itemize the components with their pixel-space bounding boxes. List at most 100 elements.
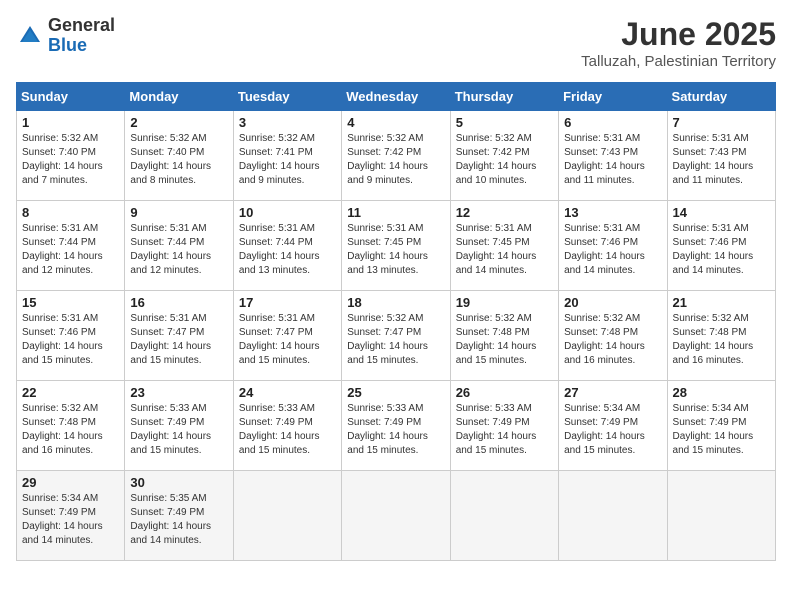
calendar-cell: 9 Sunrise: 5:31 AM Sunset: 7:44 PM Daylig… bbox=[125, 201, 233, 291]
day-number: 29 bbox=[22, 475, 119, 490]
day-header: Monday bbox=[125, 83, 233, 111]
calendar-cell: 24 Sunrise: 5:33 AM Sunset: 7:49 PM Dayli… bbox=[233, 381, 341, 471]
day-info: Sunrise: 5:31 AM Sunset: 7:44 PM Dayligh… bbox=[22, 222, 119, 278]
logo-icon bbox=[16, 22, 44, 50]
calendar-cell bbox=[559, 471, 667, 561]
day-number: 7 bbox=[673, 115, 770, 130]
day-number: 4 bbox=[347, 115, 444, 130]
header-row: SundayMondayTuesdayWednesdayThursdayFrid… bbox=[17, 83, 776, 111]
day-number: 13 bbox=[564, 205, 661, 220]
day-number: 26 bbox=[456, 385, 553, 400]
header: General Blue June 2025 Talluzah, Palesti… bbox=[16, 16, 776, 70]
calendar-week-row: 1 Sunrise: 5:32 AM Sunset: 7:40 PM Daylig… bbox=[17, 111, 776, 201]
month-year: June 2025 bbox=[581, 16, 776, 53]
day-info: Sunrise: 5:34 AM Sunset: 7:49 PM Dayligh… bbox=[564, 402, 661, 458]
day-info: Sunrise: 5:32 AM Sunset: 7:42 PM Dayligh… bbox=[347, 132, 444, 188]
calendar-cell: 8 Sunrise: 5:31 AM Sunset: 7:44 PM Daylig… bbox=[17, 201, 125, 291]
calendar-week-row: 15 Sunrise: 5:31 AM Sunset: 7:46 PM Dayli… bbox=[17, 291, 776, 381]
title-area: June 2025 Talluzah, Palestinian Territor… bbox=[581, 16, 776, 70]
day-info: Sunrise: 5:32 AM Sunset: 7:40 PM Dayligh… bbox=[130, 132, 227, 188]
day-header: Thursday bbox=[450, 83, 558, 111]
day-info: Sunrise: 5:31 AM Sunset: 7:44 PM Dayligh… bbox=[130, 222, 227, 278]
day-info: Sunrise: 5:32 AM Sunset: 7:48 PM Dayligh… bbox=[22, 402, 119, 458]
logo-blue: Blue bbox=[48, 35, 87, 55]
day-number: 20 bbox=[564, 295, 661, 310]
day-info: Sunrise: 5:31 AM Sunset: 7:47 PM Dayligh… bbox=[239, 312, 336, 368]
day-number: 6 bbox=[564, 115, 661, 130]
calendar-cell: 29 Sunrise: 5:34 AM Sunset: 7:49 PM Dayli… bbox=[17, 471, 125, 561]
calendar-cell bbox=[342, 471, 450, 561]
day-number: 19 bbox=[456, 295, 553, 310]
day-number: 30 bbox=[130, 475, 227, 490]
calendar-week-row: 22 Sunrise: 5:32 AM Sunset: 7:48 PM Dayli… bbox=[17, 381, 776, 471]
day-info: Sunrise: 5:32 AM Sunset: 7:42 PM Dayligh… bbox=[456, 132, 553, 188]
day-info: Sunrise: 5:33 AM Sunset: 7:49 PM Dayligh… bbox=[239, 402, 336, 458]
day-number: 17 bbox=[239, 295, 336, 310]
day-info: Sunrise: 5:32 AM Sunset: 7:48 PM Dayligh… bbox=[673, 312, 770, 368]
day-info: Sunrise: 5:31 AM Sunset: 7:44 PM Dayligh… bbox=[239, 222, 336, 278]
day-info: Sunrise: 5:31 AM Sunset: 7:46 PM Dayligh… bbox=[22, 312, 119, 368]
calendar-cell: 12Sunrise: 5:31 AM Sunset: 7:45 PM Dayli… bbox=[450, 201, 558, 291]
day-info: Sunrise: 5:32 AM Sunset: 7:41 PM Dayligh… bbox=[239, 132, 336, 188]
calendar-cell: 27 Sunrise: 5:34 AM Sunset: 7:49 PM Dayli… bbox=[559, 381, 667, 471]
calendar-cell: 11Sunrise: 5:31 AM Sunset: 7:45 PM Dayli… bbox=[342, 201, 450, 291]
logo-general: General bbox=[48, 15, 115, 35]
day-number: 22 bbox=[22, 385, 119, 400]
day-number: 5 bbox=[456, 115, 553, 130]
calendar-cell: 28 Sunrise: 5:34 AM Sunset: 7:49 PM Dayli… bbox=[667, 381, 775, 471]
day-number: 27 bbox=[564, 385, 661, 400]
day-info: Sunrise: 5:32 AM Sunset: 7:47 PM Dayligh… bbox=[347, 312, 444, 368]
day-number: 14 bbox=[673, 205, 770, 220]
calendar-cell: 5 Sunrise: 5:32 AM Sunset: 7:42 PM Daylig… bbox=[450, 111, 558, 201]
calendar-cell bbox=[233, 471, 341, 561]
day-number: 24 bbox=[239, 385, 336, 400]
calendar-cell: 2 Sunrise: 5:32 AM Sunset: 7:40 PM Daylig… bbox=[125, 111, 233, 201]
day-info: Sunrise: 5:32 AM Sunset: 7:48 PM Dayligh… bbox=[564, 312, 661, 368]
day-info: Sunrise: 5:31 AM Sunset: 7:43 PM Dayligh… bbox=[564, 132, 661, 188]
day-number: 11 bbox=[347, 205, 444, 220]
day-number: 21 bbox=[673, 295, 770, 310]
calendar-cell: 18Sunrise: 5:32 AM Sunset: 7:47 PM Dayli… bbox=[342, 291, 450, 381]
day-number: 1 bbox=[22, 115, 119, 130]
day-number: 8 bbox=[22, 205, 119, 220]
day-number: 15 bbox=[22, 295, 119, 310]
calendar-cell: 13 Sunrise: 5:31 AM Sunset: 7:46 PM Dayli… bbox=[559, 201, 667, 291]
day-number: 2 bbox=[130, 115, 227, 130]
calendar-cell: 25Sunrise: 5:33 AM Sunset: 7:49 PM Dayli… bbox=[342, 381, 450, 471]
calendar-cell: 4 Sunrise: 5:32 AM Sunset: 7:42 PM Daylig… bbox=[342, 111, 450, 201]
calendar-cell: 17 Sunrise: 5:31 AM Sunset: 7:47 PM Dayli… bbox=[233, 291, 341, 381]
day-info: Sunrise: 5:35 AM Sunset: 7:49 PM Dayligh… bbox=[130, 492, 227, 548]
day-number: 3 bbox=[239, 115, 336, 130]
day-info: Sunrise: 5:34 AM Sunset: 7:49 PM Dayligh… bbox=[673, 402, 770, 458]
day-number: 28 bbox=[673, 385, 770, 400]
day-header: Friday bbox=[559, 83, 667, 111]
location: Talluzah, Palestinian Territory bbox=[581, 53, 776, 70]
day-number: 9 bbox=[130, 205, 227, 220]
day-number: 10 bbox=[239, 205, 336, 220]
calendar-week-row: 8 Sunrise: 5:31 AM Sunset: 7:44 PM Daylig… bbox=[17, 201, 776, 291]
day-info: Sunrise: 5:33 AM Sunset: 7:49 PM Dayligh… bbox=[456, 402, 553, 458]
day-info: Sunrise: 5:31 AM Sunset: 7:46 PM Dayligh… bbox=[564, 222, 661, 278]
day-header: Saturday bbox=[667, 83, 775, 111]
day-number: 23 bbox=[130, 385, 227, 400]
day-header: Sunday bbox=[17, 83, 125, 111]
calendar-cell: 23 Sunrise: 5:33 AM Sunset: 7:49 PM Dayli… bbox=[125, 381, 233, 471]
day-info: Sunrise: 5:33 AM Sunset: 7:49 PM Dayligh… bbox=[130, 402, 227, 458]
calendar-cell: 1 Sunrise: 5:32 AM Sunset: 7:40 PM Daylig… bbox=[17, 111, 125, 201]
day-info: Sunrise: 5:32 AM Sunset: 7:48 PM Dayligh… bbox=[456, 312, 553, 368]
logo-text: General Blue bbox=[48, 16, 115, 56]
day-number: 16 bbox=[130, 295, 227, 310]
calendar-cell: 6 Sunrise: 5:31 AM Sunset: 7:43 PM Daylig… bbox=[559, 111, 667, 201]
calendar-cell: 7 Sunrise: 5:31 AM Sunset: 7:43 PM Daylig… bbox=[667, 111, 775, 201]
day-info: Sunrise: 5:31 AM Sunset: 7:45 PM Dayligh… bbox=[456, 222, 553, 278]
calendar-cell: 10 Sunrise: 5:31 AM Sunset: 7:44 PM Dayli… bbox=[233, 201, 341, 291]
calendar-cell: 20 Sunrise: 5:32 AM Sunset: 7:48 PM Dayli… bbox=[559, 291, 667, 381]
day-info: Sunrise: 5:34 AM Sunset: 7:49 PM Dayligh… bbox=[22, 492, 119, 548]
day-info: Sunrise: 5:32 AM Sunset: 7:40 PM Dayligh… bbox=[22, 132, 119, 188]
calendar-cell: 3 Sunrise: 5:32 AM Sunset: 7:41 PM Daylig… bbox=[233, 111, 341, 201]
calendar-cell bbox=[667, 471, 775, 561]
day-info: Sunrise: 5:31 AM Sunset: 7:43 PM Dayligh… bbox=[673, 132, 770, 188]
logo: General Blue bbox=[16, 16, 115, 56]
day-header: Wednesday bbox=[342, 83, 450, 111]
calendar-cell: 15 Sunrise: 5:31 AM Sunset: 7:46 PM Dayli… bbox=[17, 291, 125, 381]
